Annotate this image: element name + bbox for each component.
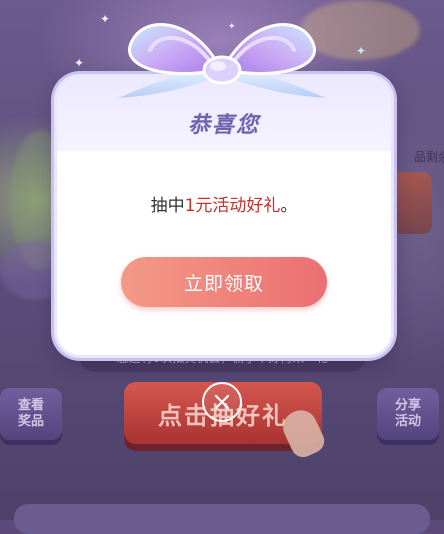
prize-message-suffix: 。 (280, 196, 298, 216)
prize-name: 1元活动好礼 (184, 196, 281, 216)
claim-now-button[interactable]: 立即领取 (121, 257, 327, 307)
close-button[interactable] (202, 382, 242, 422)
ribbon-bow-icon (118, 23, 326, 98)
view-prizes-label-line2: 奖品 (17, 414, 44, 429)
close-icon (214, 394, 230, 410)
congrats-dialog: 恭喜您 抽中1元活动好礼。 立即领取 (54, 74, 394, 358)
share-activity-button: 分享 活动 (377, 388, 439, 440)
view-prizes-label-line1: 查看 (17, 398, 44, 413)
prize-message-prefix: 抽中 (150, 196, 185, 216)
bottom-bar (14, 504, 430, 534)
remaining-prizes-text: 品剩余 (414, 150, 444, 164)
share-label-line1: 分享 (394, 398, 421, 413)
prize-jar-image (392, 172, 432, 234)
dialog-title: 恭喜您 (187, 113, 260, 138)
prize-message: 抽中1元活动好礼。 (57, 191, 391, 216)
share-label-line2: 活动 (394, 414, 421, 429)
view-prizes-button: 查看 奖品 (0, 388, 62, 440)
